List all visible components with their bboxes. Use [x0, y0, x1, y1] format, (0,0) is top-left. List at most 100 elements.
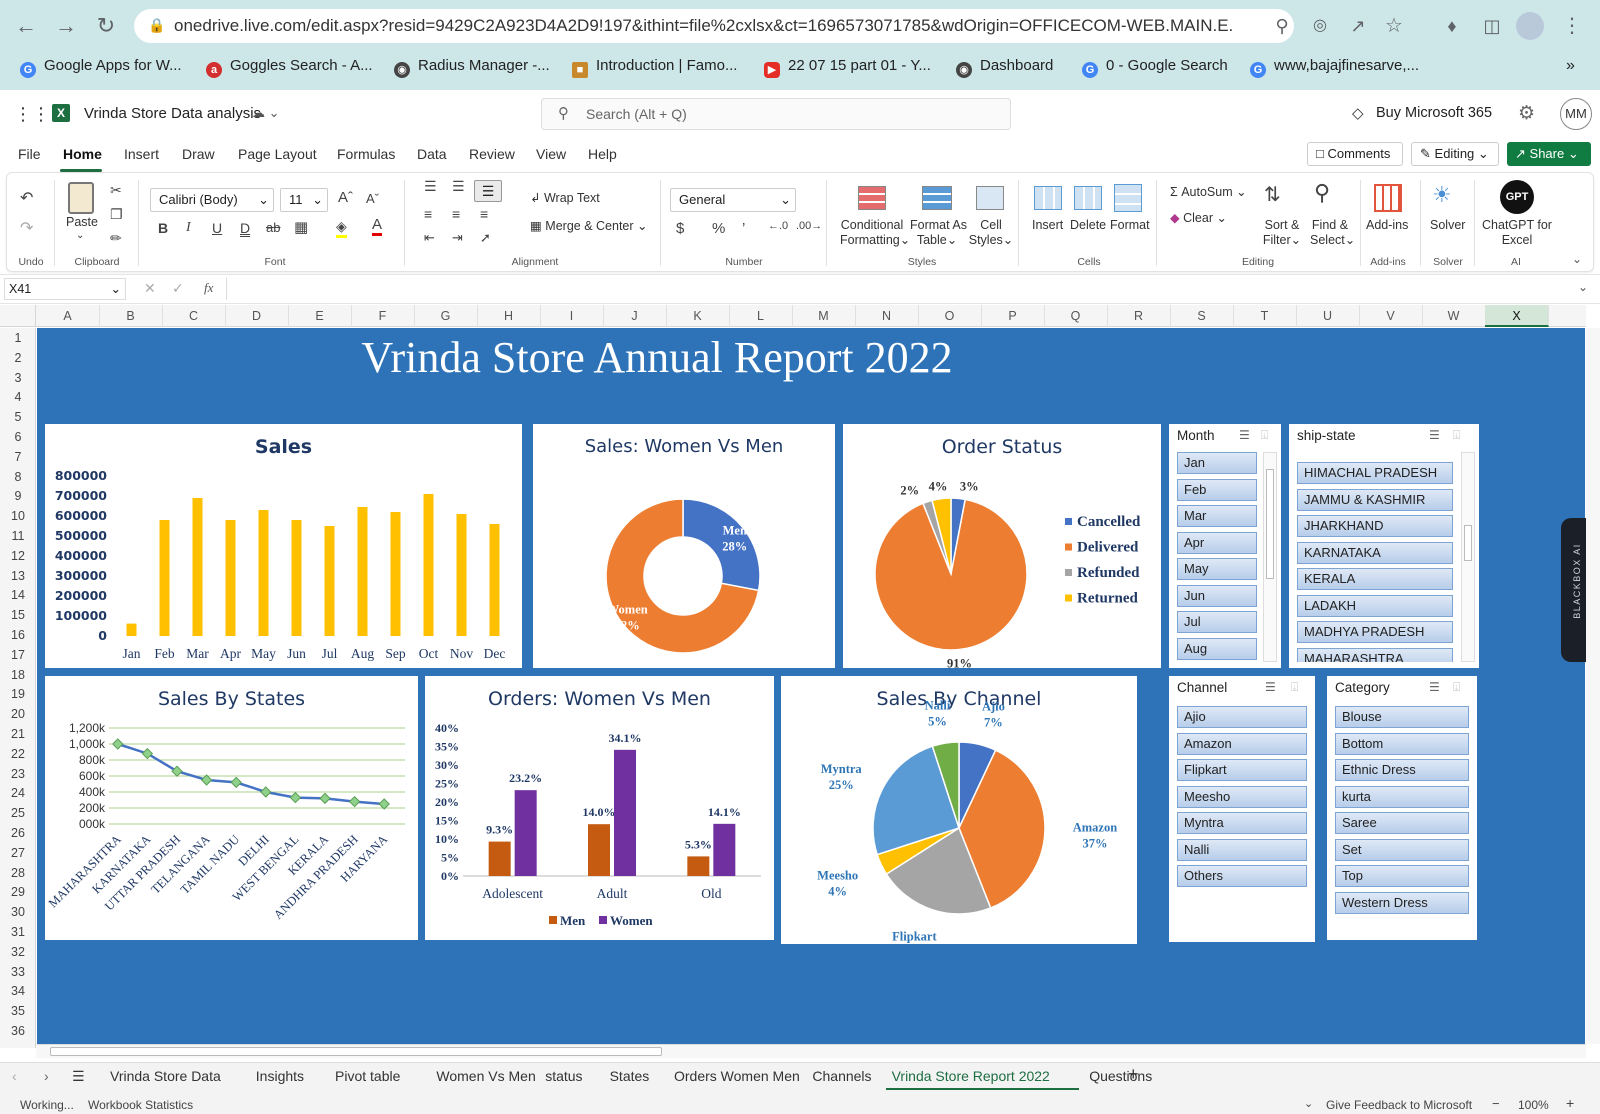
- sheet-tab[interactable]: Women Vs Men: [436, 1068, 535, 1084]
- row-header[interactable]: 22: [0, 744, 36, 764]
- bookmark-youtube[interactable]: ▶ 22 07 15 part 01 - Y...: [764, 56, 931, 78]
- scrollbar-thumb[interactable]: [50, 1047, 662, 1056]
- wrap-text-button[interactable]: ↲ Wrap Text: [530, 190, 600, 205]
- delete-cells-button[interactable]: Delete: [1070, 218, 1106, 232]
- column-header[interactable]: N: [855, 305, 919, 327]
- font-name-select[interactable]: Calibri (Body) ⌄: [150, 188, 274, 212]
- slicer-item[interactable]: KERALA: [1297, 568, 1453, 590]
- row-header[interactable]: 1: [0, 328, 36, 348]
- row-header[interactable]: 3: [0, 368, 36, 388]
- all-sheets-icon[interactable]: ☰: [72, 1068, 85, 1085]
- order-status-panel[interactable]: Order Status 3% 91% 2% 4% Cancelled Delivered…: [843, 424, 1161, 668]
- back-icon[interactable]: ←: [12, 12, 40, 40]
- slicer-item[interactable]: HIMACHAL PRADESH: [1297, 462, 1453, 484]
- bookmark-introduction[interactable]: ■ Introduction | Famo...: [572, 56, 737, 78]
- format-cells-icon[interactable]: [1114, 184, 1142, 212]
- eye-off-icon[interactable]: ◎: [1306, 12, 1334, 40]
- font-color-icon[interactable]: A: [372, 216, 383, 236]
- column-header[interactable]: B: [99, 305, 163, 327]
- column-header[interactable]: R: [1107, 305, 1171, 327]
- select-all-corner[interactable]: [0, 305, 36, 327]
- slicer-item[interactable]: KARNATAKA: [1297, 541, 1453, 564]
- align-bottom-icon[interactable]: ☰: [474, 180, 502, 202]
- menu-review[interactable]: Review: [469, 146, 515, 162]
- align-right-icon[interactable]: ≡: [480, 206, 488, 222]
- address-bar[interactable]: 🔒 onedrive.live.com/edit.aspx?resid=9429…: [134, 9, 1294, 43]
- row-header[interactable]: 5: [0, 407, 36, 427]
- slicer-item[interactable]: Apr: [1177, 531, 1257, 554]
- format-as-table-icon[interactable]: [922, 186, 952, 210]
- menu-page-layout[interactable]: Page Layout: [238, 146, 317, 162]
- share-page-icon[interactable]: ↗: [1344, 12, 1372, 40]
- slicer-item[interactable]: Ethnic Dress: [1335, 759, 1469, 781]
- sheet-tab[interactable]: Vrinda Store Report 2022: [892, 1068, 1050, 1084]
- slicer-item[interactable]: May: [1177, 558, 1257, 580]
- menu-insert[interactable]: Insert: [124, 146, 159, 162]
- extensions-icon[interactable]: ♦: [1438, 12, 1466, 40]
- grow-font-icon[interactable]: Aˆ: [338, 189, 353, 206]
- slicer-item[interactable]: Amazon: [1177, 732, 1307, 755]
- zoom-out-icon[interactable]: −: [1492, 1096, 1500, 1111]
- format-cells-button[interactable]: Format: [1110, 218, 1150, 232]
- menu-view[interactable]: View: [536, 146, 566, 162]
- column-header[interactable]: G: [414, 305, 478, 327]
- column-header[interactable]: P: [981, 305, 1045, 327]
- bookmark-google-search[interactable]: G0 - Google Search: [1082, 56, 1228, 78]
- slicer-scrollbar[interactable]: [1461, 452, 1475, 662]
- paste-button[interactable]: Paste: [66, 215, 98, 229]
- settings-gear-icon[interactable]: ⚙: [1518, 102, 1535, 125]
- row-header[interactable]: 9: [0, 486, 36, 506]
- slicer-item[interactable]: Ajio: [1177, 706, 1307, 728]
- slicer-item[interactable]: Nalli: [1177, 838, 1307, 861]
- column-header[interactable]: M: [792, 305, 856, 327]
- slicer-item[interactable]: Flipkart: [1177, 759, 1307, 781]
- slicer-item[interactable]: Jun: [1177, 584, 1257, 607]
- menu-draw[interactable]: Draw: [182, 146, 215, 162]
- column-header[interactable]: E: [288, 305, 352, 327]
- reload-icon[interactable]: ↻: [92, 12, 120, 40]
- column-header[interactable]: X: [1485, 305, 1549, 327]
- format-painter-icon[interactable]: ✏: [110, 230, 122, 247]
- comments-button[interactable]: □ Comments: [1307, 142, 1403, 166]
- formula-input[interactable]: [226, 278, 1566, 300]
- slicer-item[interactable]: Top: [1335, 865, 1469, 887]
- slicer-item[interactable]: Aug: [1177, 637, 1257, 660]
- more-bookmarks-icon[interactable]: »: [1566, 56, 1575, 76]
- bookmark-radius[interactable]: ◉ Radius Manager -...: [394, 56, 550, 78]
- zoom-icon[interactable]: ⚲: [1268, 12, 1296, 40]
- increase-indent-icon[interactable]: ⇥: [452, 230, 463, 246]
- scrollbar-thumb[interactable]: [1464, 525, 1472, 561]
- find-select-button[interactable]: Find & Select⌄: [1310, 218, 1355, 248]
- clear-filter-icon[interactable]: ⍗: [1261, 428, 1268, 443]
- feedback-link[interactable]: Give Feedback to Microsoft: [1326, 1098, 1472, 1112]
- italic-icon[interactable]: I: [186, 220, 191, 236]
- menu-help[interactable]: Help: [588, 146, 617, 162]
- multi-select-icon[interactable]: ☰: [1429, 680, 1440, 694]
- column-header[interactable]: L: [729, 305, 793, 327]
- column-header[interactable]: K: [666, 305, 730, 327]
- forward-icon[interactable]: →: [52, 12, 80, 40]
- clear-filter-icon[interactable]: ⍗: [1291, 680, 1298, 695]
- scrollbar-thumb[interactable]: [1266, 469, 1274, 579]
- slicer-item[interactable]: JAMMU & KASHMIR: [1297, 488, 1453, 511]
- row-header[interactable]: 23: [0, 764, 36, 784]
- doc-title[interactable]: Vrinda Store Data analysis: [84, 105, 261, 122]
- sheet-tab[interactable]: Vrinda Store Data: [110, 1068, 221, 1084]
- double-underline-icon[interactable]: D: [240, 220, 250, 236]
- number-format-select[interactable]: General ⌄: [670, 188, 796, 212]
- month-slicer[interactable]: Month ☰ ⍗ Jan Feb Mar Apr May Jun Jul Aug: [1169, 424, 1281, 668]
- column-header[interactable]: A: [36, 305, 100, 327]
- user-avatar[interactable]: MM: [1560, 98, 1592, 130]
- ship-state-slicer[interactable]: ship-state ☰ ⍗ HIMACHAL PRADESH JAMMU & K…: [1289, 424, 1479, 668]
- redo-icon[interactable]: ↷: [20, 218, 33, 238]
- slicer-item[interactable]: Mar: [1177, 505, 1257, 527]
- paste-chevron-icon[interactable]: ⌄: [76, 230, 84, 241]
- column-header[interactable]: C: [162, 305, 226, 327]
- fill-color-icon[interactable]: ◈: [336, 218, 347, 238]
- search-box[interactable]: ⚲ Search (Alt + Q): [541, 98, 1011, 130]
- column-header[interactable]: D: [225, 305, 289, 327]
- row-header[interactable]: 17: [0, 645, 36, 665]
- profile-avatar[interactable]: [1516, 12, 1544, 40]
- paste-icon[interactable]: [68, 182, 94, 214]
- decrease-decimal-icon[interactable]: .00→: [796, 220, 822, 232]
